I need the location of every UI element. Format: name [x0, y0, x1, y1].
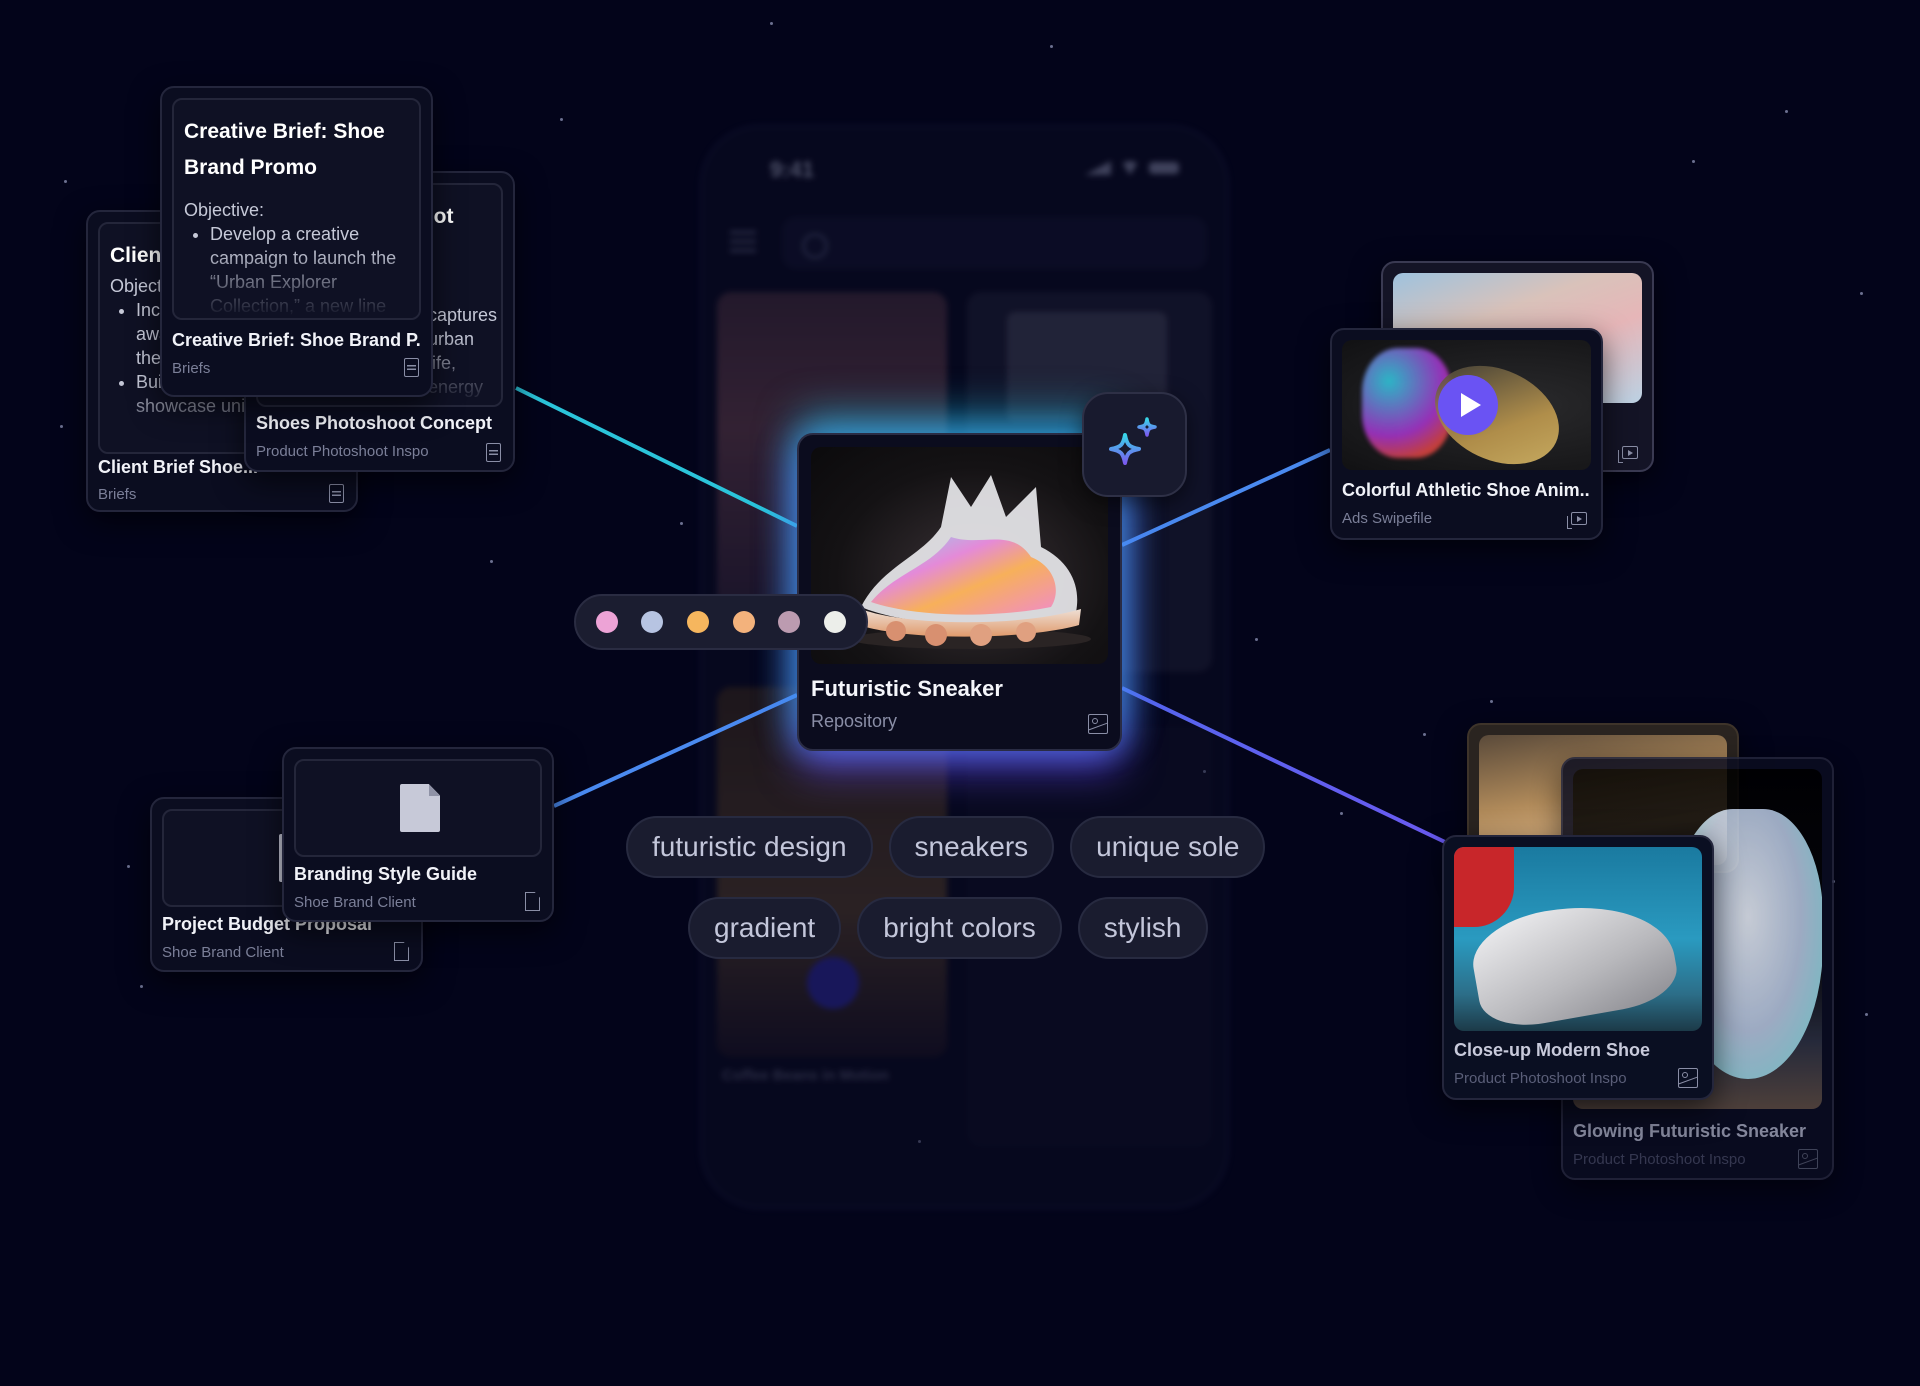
card-collection: Ads Swipefile	[1342, 510, 1433, 527]
video-icon	[1618, 446, 1638, 463]
card-collection: Shoe Brand Client	[162, 944, 284, 961]
file-icon	[394, 942, 409, 961]
card-video-thumbnail	[1342, 340, 1591, 470]
sneaker-image	[851, 475, 1091, 649]
card-collection: Product Photoshoot Inspo	[1454, 1070, 1627, 1087]
preview-line: captures	[428, 305, 498, 325]
connector-line-bottom-left	[553, 693, 798, 808]
file-icon	[400, 784, 440, 832]
color-swatch[interactable]	[641, 611, 664, 633]
play-button[interactable]	[1438, 375, 1498, 435]
card-collection: Briefs	[172, 360, 211, 377]
file-icon	[525, 892, 540, 911]
ai-sparkle-button[interactable]	[1082, 392, 1187, 497]
document-icon	[404, 358, 419, 377]
color-swatch[interactable]	[732, 611, 755, 633]
card-title: Glowing Futuristic Sneaker	[1573, 1121, 1807, 1141]
color-palette	[574, 594, 868, 650]
color-swatch[interactable]	[824, 611, 847, 633]
tag-chip[interactable]: futuristic design	[626, 816, 873, 878]
card-title: Branding Style Guide	[294, 864, 478, 884]
color-swatch[interactable]	[687, 611, 710, 633]
card-image-thumbnail	[1454, 847, 1702, 1031]
card-title: Close-up Modern Shoe	[1454, 1040, 1651, 1060]
tag-row: futuristic design sneakers unique sole	[626, 816, 1266, 878]
tag-chip[interactable]: stylish	[1077, 897, 1208, 959]
card-branding-style-guide[interactable]: Branding Style Guide Shoe Brand Client	[282, 747, 554, 922]
card-colorful-athletic-shoe[interactable]: Colorful Athletic Shoe Anim.. Ads Swipef…	[1330, 328, 1603, 540]
preview-label: Objective:	[184, 200, 265, 220]
card-title: Creative Brief: Shoe Brand P.	[172, 330, 421, 350]
document-icon	[329, 484, 344, 503]
tag-chip[interactable]: sneakers	[888, 816, 1055, 878]
card-collection: Briefs	[98, 486, 137, 503]
card-collection: Shoe Brand Client	[294, 894, 416, 911]
preview-heading: Creative Brief: Shoe Brand Promo	[184, 120, 385, 179]
document-icon	[486, 443, 501, 462]
card-futuristic-sneaker[interactable]: Futuristic Sneaker Repository	[797, 433, 1122, 751]
card-collection: Product Photoshoot Inspo	[1573, 1151, 1746, 1168]
tag-chip[interactable]: unique sole	[1070, 816, 1266, 878]
image-icon	[1798, 1149, 1818, 1169]
card-title: Colorful Athletic Shoe Anim..	[1342, 480, 1590, 500]
color-swatch[interactable]	[778, 611, 801, 633]
sparkle-icon	[1108, 416, 1157, 465]
card-preview: Creative Brief: Shoe Brand Promo Objecti…	[172, 98, 421, 320]
tag-chip[interactable]: bright colors	[857, 897, 1062, 959]
card-title: Futuristic Sneaker	[811, 676, 1003, 701]
image-icon	[1678, 1068, 1698, 1088]
tag-chip[interactable]: gradient	[688, 897, 842, 959]
connector-line-top-left	[515, 386, 798, 528]
card-creative-brief-shoe-brand[interactable]: Creative Brief: Shoe Brand Promo Objecti…	[160, 86, 433, 397]
card-title: Shoes Photoshoot Concept	[256, 413, 492, 433]
image-icon	[1088, 714, 1108, 734]
card-collection: Repository	[811, 711, 898, 731]
tag-row: gradient bright colors stylish	[688, 897, 1208, 959]
color-swatch[interactable]	[595, 611, 618, 633]
video-icon	[1567, 512, 1587, 529]
card-preview	[294, 759, 542, 857]
card-collection: Product Photoshoot Inspo	[256, 443, 429, 460]
card-close-up-modern-shoe[interactable]: Close-up Modern Shoe Product Photoshoot …	[1442, 835, 1714, 1100]
